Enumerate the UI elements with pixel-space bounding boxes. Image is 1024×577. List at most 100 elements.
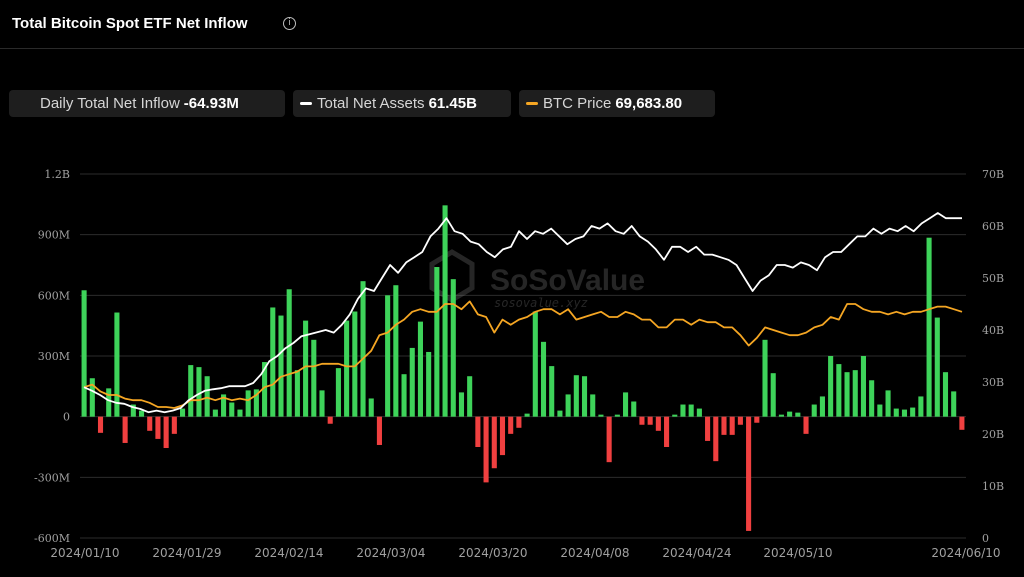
bar [245, 390, 251, 417]
bar [803, 416, 809, 434]
bar [286, 289, 292, 417]
left-tick-label: -300M [34, 471, 70, 484]
bar [819, 396, 825, 417]
bar [959, 416, 965, 430]
bar [508, 416, 514, 434]
bar [811, 404, 817, 417]
bar [664, 416, 670, 447]
bar [860, 356, 866, 417]
legend-item-inflow[interactable]: Daily Total Net Inflow -64.93M [9, 90, 285, 117]
bar [163, 416, 169, 449]
bar [155, 416, 161, 439]
chart-header: Total Bitcoin Spot ETF Net Inflow i [0, 0, 1024, 49]
legend-item-assets[interactable]: Total Net Assets 61.45B [293, 90, 511, 117]
bar [631, 401, 637, 417]
bar [737, 416, 743, 425]
bar [499, 416, 506, 456]
swatch-negative [16, 104, 26, 109]
bar [910, 407, 916, 417]
x-tick-label: 2024/04/24 [662, 546, 731, 560]
legend-item-price[interactable]: BTC Price 69,683.80 [519, 90, 715, 117]
bar [565, 394, 571, 417]
bar [229, 402, 235, 417]
bar [540, 341, 547, 417]
bar [729, 416, 735, 435]
bar [696, 408, 702, 417]
bar [762, 339, 768, 417]
bar [344, 320, 350, 417]
bar [639, 416, 645, 425]
bar [877, 404, 883, 417]
bar [524, 413, 530, 417]
bar [573, 375, 579, 417]
left-tick-label: 600M [38, 289, 70, 302]
bar [401, 374, 407, 417]
x-tick-label: 2024/03/04 [356, 546, 425, 560]
legend-label-price: BTC Price [543, 95, 612, 112]
right-tick-label: 10B [982, 480, 1004, 493]
bar [376, 416, 382, 445]
bar [721, 416, 727, 435]
bar [926, 237, 932, 417]
legend-label-assets: Total Net Assets [317, 95, 425, 112]
legend-label-inflow: Daily Total Net Inflow [40, 95, 180, 112]
bar [278, 315, 284, 417]
bar [951, 391, 957, 417]
bar [106, 388, 112, 417]
left-tick-label: 300M [38, 350, 70, 363]
bar [294, 370, 300, 417]
left-tick-label: 900M [38, 229, 70, 242]
bar [483, 416, 489, 483]
bar [680, 404, 686, 417]
bar [458, 392, 465, 417]
bar [590, 394, 596, 417]
bar [270, 307, 276, 417]
x-tick-label: 2024/02/14 [254, 546, 323, 560]
bar [393, 285, 399, 417]
bar [491, 416, 497, 469]
bar [114, 312, 120, 417]
right-tick-label: 40B [982, 324, 1004, 337]
right-tick-label: 70B [982, 168, 1004, 181]
bar [196, 367, 202, 417]
bar [417, 321, 423, 417]
bar [212, 409, 218, 417]
bar [688, 404, 694, 417]
bar [770, 373, 776, 417]
bar [893, 408, 899, 417]
bar [368, 398, 374, 417]
bar [795, 412, 801, 417]
bar [606, 416, 612, 463]
x-tick-label: 2024/05/10 [763, 546, 832, 560]
bar [705, 416, 711, 441]
bar [319, 390, 325, 417]
bar [434, 267, 440, 417]
legend-value-price: 69,683.80 [615, 95, 683, 112]
legend-value-assets: 61.45B [428, 95, 477, 112]
info-icon[interactable]: i [283, 17, 296, 30]
bar [787, 411, 793, 417]
bar [581, 376, 588, 417]
bar [918, 396, 924, 417]
x-tick-label: 2024/01/29 [152, 546, 221, 560]
bar [335, 368, 341, 417]
bar [327, 416, 333, 424]
bar [934, 317, 940, 417]
legend-value-inflow: -64.93M [183, 95, 239, 112]
bar [549, 366, 555, 417]
chart-svg[interactable]: 1.2B 900M 600M 300M 0 -300M -600M 70B 60B 50B 40B 3… [0, 160, 1024, 577]
bar [672, 414, 678, 417]
watermark-url: sosovalue.xyz [494, 296, 588, 310]
watermark: SoSoValuesosovalue.xyz [429, 249, 645, 310]
bar [188, 365, 194, 417]
bar [836, 364, 842, 417]
chart-title: Total Bitcoin Spot ETF Net Inflow [12, 15, 248, 32]
bar [516, 416, 522, 428]
bar [532, 311, 538, 417]
bar [655, 416, 661, 431]
bar [147, 416, 153, 431]
right-tick-label: 30B [982, 376, 1004, 389]
bar [754, 416, 760, 423]
x-tick-label: 2024/06/10 [931, 546, 1000, 560]
bar [475, 416, 481, 447]
